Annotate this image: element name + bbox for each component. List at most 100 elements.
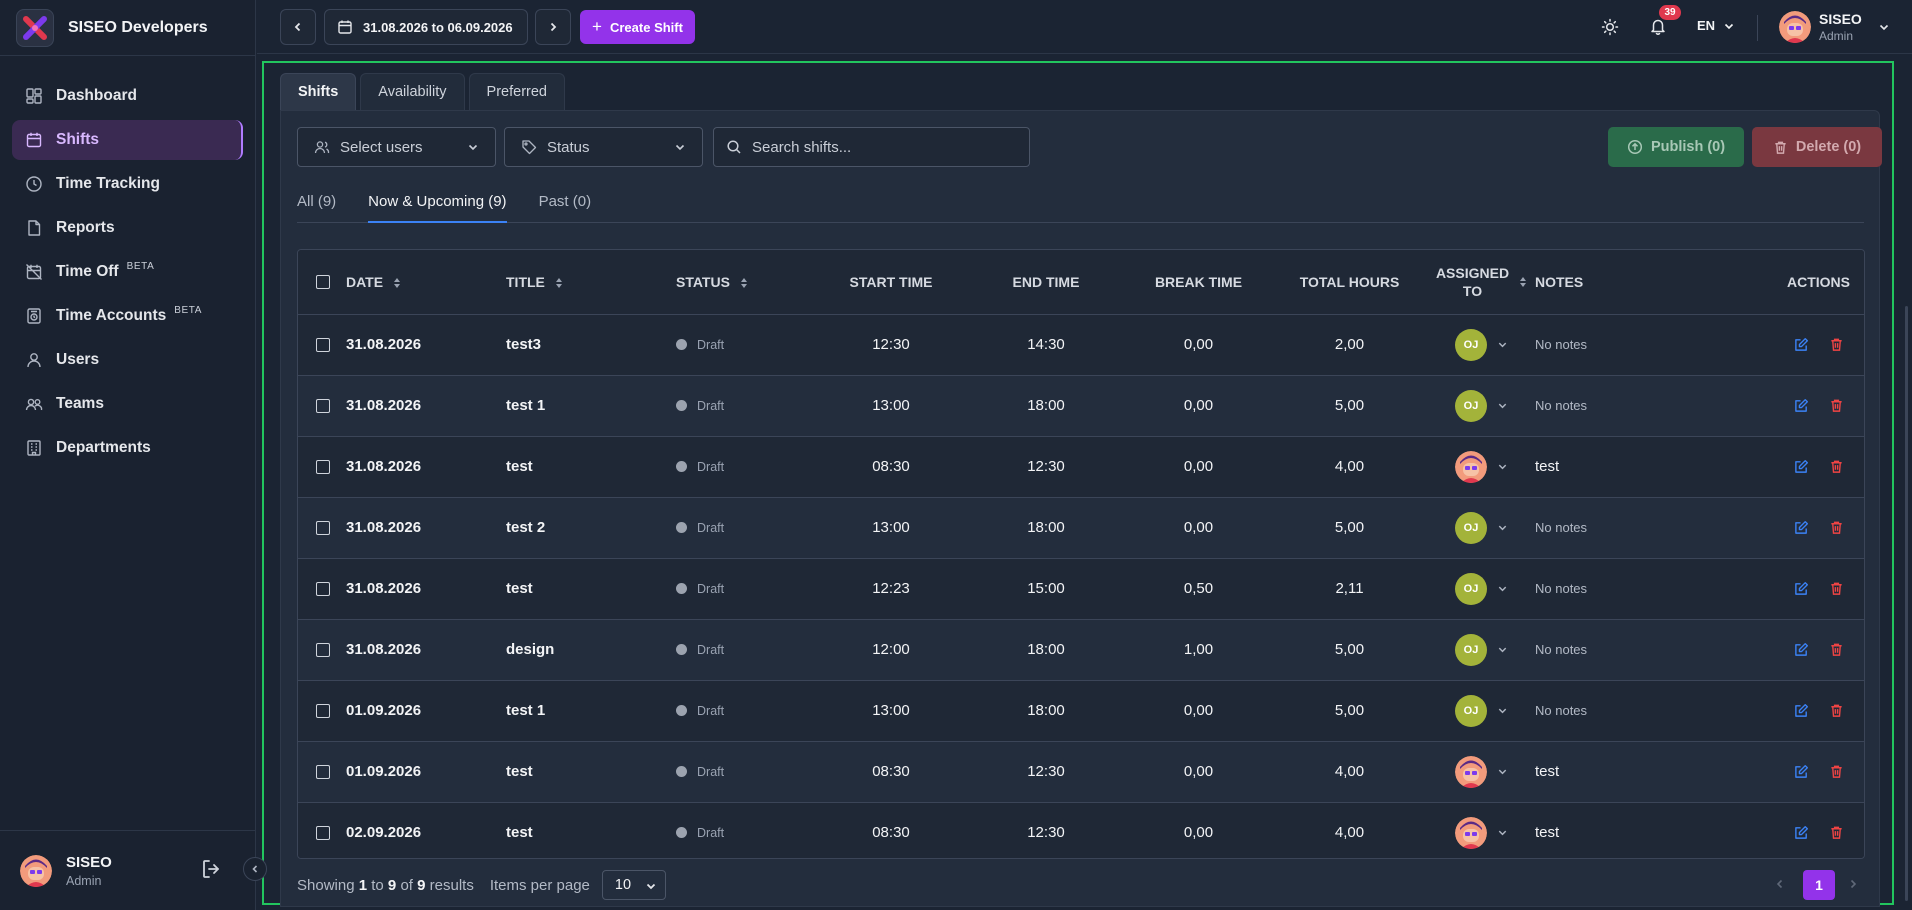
row-select-cell bbox=[298, 802, 346, 858]
sidebar-item-departments[interactable]: Departments bbox=[12, 428, 243, 468]
publish-button[interactable]: Publish (0) bbox=[1608, 127, 1744, 167]
edit-icon[interactable] bbox=[1794, 764, 1809, 779]
edit-icon[interactable] bbox=[1794, 520, 1809, 535]
assignee-selector[interactable] bbox=[1428, 816, 1535, 849]
delete-button[interactable]: Delete (0) bbox=[1752, 127, 1882, 167]
chevron-down-icon bbox=[674, 141, 686, 153]
status-dropdown[interactable]: Status bbox=[504, 127, 703, 167]
assignee-selector[interactable]: OJ bbox=[1428, 328, 1535, 361]
tab-shifts[interactable]: Shifts bbox=[280, 73, 357, 110]
next-page-icon[interactable] bbox=[1847, 878, 1859, 890]
column-assigned-to[interactable]: ASSIGNED TO bbox=[1428, 250, 1535, 315]
edit-icon[interactable] bbox=[1794, 703, 1809, 718]
trash-icon[interactable] bbox=[1829, 825, 1844, 840]
user-menu[interactable]: SISEO Admin bbox=[1779, 11, 1890, 43]
shift-notes: No notes bbox=[1535, 520, 1588, 535]
row-actions bbox=[1715, 581, 1864, 596]
row-checkbox[interactable] bbox=[316, 642, 330, 657]
avatar[interactable] bbox=[20, 854, 52, 887]
sidebar-item-teams[interactable]: Teams bbox=[12, 384, 243, 424]
sort-icon[interactable] bbox=[555, 277, 563, 289]
collapse-sidebar-button[interactable] bbox=[243, 857, 267, 881]
assignee-selector[interactable]: OJ bbox=[1428, 694, 1535, 727]
next-week-button[interactable] bbox=[535, 9, 571, 45]
select-all-checkbox[interactable] bbox=[316, 274, 330, 289]
subtab-past[interactable]: Past (0) bbox=[539, 183, 592, 223]
trash-icon[interactable] bbox=[1829, 337, 1844, 352]
shift-total-time: 4,00 bbox=[1334, 763, 1365, 780]
row-checkbox[interactable] bbox=[316, 703, 330, 718]
edit-icon[interactable] bbox=[1794, 459, 1809, 474]
edit-icon[interactable] bbox=[1794, 825, 1809, 840]
column-status[interactable]: STATUS bbox=[676, 250, 816, 315]
items-per-page-select[interactable]: 10 bbox=[601, 870, 666, 900]
app-name: SISEO Developers bbox=[68, 18, 208, 36]
shift-notes: No notes bbox=[1535, 642, 1588, 657]
trash-icon[interactable] bbox=[1829, 581, 1844, 596]
page-scrollbar[interactable] bbox=[1905, 306, 1908, 901]
subtab-all[interactable]: All (9) bbox=[297, 183, 336, 223]
edit-icon[interactable] bbox=[1794, 398, 1809, 413]
logout-icon[interactable] bbox=[200, 857, 224, 881]
assignee-selector[interactable]: OJ bbox=[1428, 389, 1535, 422]
edit-icon[interactable] bbox=[1794, 581, 1809, 596]
trash-icon[interactable] bbox=[1829, 703, 1844, 718]
assignee-selector[interactable]: OJ bbox=[1428, 633, 1535, 666]
row-checkbox[interactable] bbox=[316, 520, 330, 535]
row-checkbox[interactable] bbox=[316, 764, 330, 779]
sort-icon[interactable] bbox=[740, 277, 748, 289]
shift-date: 31.08.2026 bbox=[346, 519, 422, 536]
search-input[interactable] bbox=[752, 138, 1022, 156]
theme-toggle-icon[interactable] bbox=[1601, 18, 1619, 36]
tab-preferred[interactable]: Preferred bbox=[468, 73, 565, 110]
prev-week-button[interactable] bbox=[280, 9, 316, 45]
edit-icon[interactable] bbox=[1794, 337, 1809, 352]
edit-icon[interactable] bbox=[1794, 642, 1809, 657]
row-checkbox[interactable] bbox=[316, 581, 330, 596]
row-select-cell bbox=[298, 436, 346, 497]
actions-cell bbox=[1715, 436, 1864, 497]
sort-icon[interactable] bbox=[1519, 276, 1527, 288]
sort-icon[interactable] bbox=[393, 277, 401, 289]
shift-end-time: 12:30 bbox=[1027, 458, 1065, 475]
chevron-down-icon bbox=[1715, 20, 1735, 32]
status-label: Draft bbox=[697, 764, 725, 779]
sidebar-item-label: Teams bbox=[56, 395, 104, 412]
sidebar-item-shifts[interactable]: Shifts bbox=[12, 120, 243, 160]
shift-status-cell: Draft bbox=[676, 314, 816, 375]
sidebar-item-users[interactable]: Users bbox=[12, 340, 243, 380]
sidebar-item-dashboard[interactable]: Dashboard bbox=[12, 76, 243, 116]
trash-icon[interactable] bbox=[1829, 764, 1844, 779]
select-users-label: Select users bbox=[340, 138, 423, 156]
date-range-picker[interactable]: 31.08.2026 to 06.09.2026 bbox=[324, 9, 528, 45]
view-tabs: Shifts Availability Preferred bbox=[280, 73, 569, 110]
row-checkbox[interactable] bbox=[316, 398, 330, 413]
row-checkbox[interactable] bbox=[316, 459, 330, 474]
page-button-1[interactable]: 1 bbox=[1803, 870, 1835, 900]
assignee-selector[interactable] bbox=[1428, 450, 1535, 483]
assignee-selector[interactable]: OJ bbox=[1428, 511, 1535, 544]
trash-icon[interactable] bbox=[1829, 642, 1844, 657]
trash-icon[interactable] bbox=[1829, 520, 1844, 535]
search-icon bbox=[726, 139, 742, 155]
trash-icon[interactable] bbox=[1829, 459, 1844, 474]
tab-availability[interactable]: Availability bbox=[360, 73, 465, 110]
select-users-dropdown[interactable]: Select users bbox=[297, 127, 496, 167]
row-checkbox[interactable] bbox=[316, 337, 330, 352]
language-selector[interactable]: EN bbox=[1697, 18, 1735, 33]
subtab-now-upcoming[interactable]: Now & Upcoming (9) bbox=[368, 183, 507, 223]
row-checkbox[interactable] bbox=[316, 825, 330, 840]
sidebar-item-time-tracking[interactable]: Time Tracking bbox=[12, 164, 243, 204]
previous-page-icon[interactable] bbox=[1774, 878, 1786, 890]
assignee-selector[interactable] bbox=[1428, 755, 1535, 788]
create-shift-button[interactable]: + Create Shift bbox=[580, 10, 695, 44]
sidebar-item-reports[interactable]: Reports bbox=[12, 208, 243, 248]
column-title[interactable]: TITLE bbox=[506, 250, 676, 315]
sidebar-item-time-accounts[interactable]: Time Accounts BETA bbox=[12, 296, 243, 336]
sidebar-item-time-off[interactable]: Time Off BETA bbox=[12, 252, 243, 292]
assignee-selector[interactable]: OJ bbox=[1428, 572, 1535, 605]
trash-icon[interactable] bbox=[1829, 398, 1844, 413]
brand[interactable]: SISEO Developers bbox=[0, 0, 255, 56]
column-date[interactable]: DATE bbox=[346, 250, 506, 315]
shift-title: test bbox=[506, 580, 533, 597]
